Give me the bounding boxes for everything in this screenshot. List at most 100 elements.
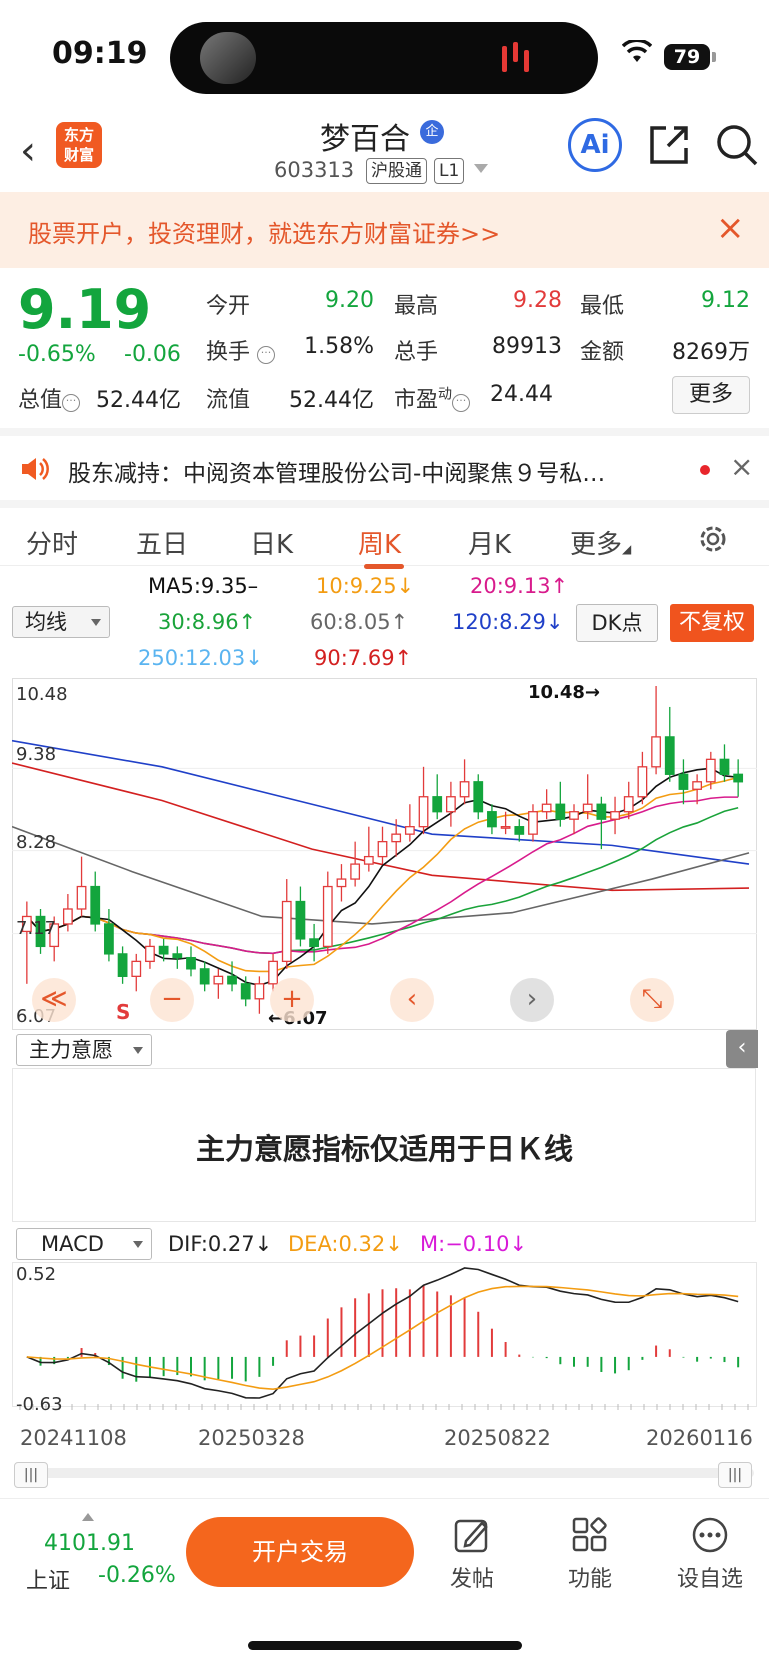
expand-arrow-icon[interactable] — [82, 1513, 94, 1521]
tab-five-day[interactable]: 五日 — [136, 524, 188, 561]
candle — [158, 945, 169, 955]
chevron-down-icon — [133, 1047, 143, 1054]
add-watchlist-label[interactable]: 设自选 — [670, 1561, 750, 1593]
back-button[interactable]: ‹ — [20, 128, 36, 174]
tab-more[interactable]: 更多◢ — [570, 524, 631, 561]
candle — [623, 796, 634, 813]
more-info-icon[interactable]: ··· — [62, 394, 81, 412]
amount-label: 金额 — [580, 340, 625, 365]
volume-label: 总手 — [394, 340, 439, 365]
home-indicator — [248, 1641, 522, 1650]
candle — [569, 811, 579, 820]
chevron-down-icon[interactable] — [474, 164, 488, 173]
candle — [186, 956, 196, 970]
zhuli-message: 主力意愿指标仅适用于日Ｋ线 — [195, 1132, 573, 1166]
close-icon[interactable]: × — [730, 450, 753, 483]
stock-name: 梦百合 — [320, 122, 410, 157]
candlestick-chart[interactable] — [12, 678, 757, 1030]
promo-banner[interactable]: 股票开户，投资理财，就选东方财富证券>> × — [0, 192, 769, 268]
caret-icon: ◢ — [622, 542, 632, 556]
dif-legend: DIF:0.27↓ — [168, 1232, 273, 1256]
app-logo[interactable]: 东方 财富 — [56, 122, 102, 168]
media-thumbnail — [200, 32, 256, 84]
scroll-handle-right[interactable]: ||| — [718, 1462, 752, 1488]
post-label[interactable]: 发帖 — [432, 1561, 512, 1593]
chevron-down-icon — [91, 619, 101, 626]
macd-frame — [12, 1262, 757, 1407]
share-icon[interactable] — [646, 122, 692, 168]
ai-button[interactable]: Ai — [568, 118, 622, 172]
zoom-out-button[interactable]: − — [150, 978, 194, 1022]
next-button[interactable]: › — [510, 978, 554, 1022]
logo-line1: 东方 — [63, 126, 94, 144]
adjust-button[interactable]: 不复权 — [670, 604, 754, 642]
macd-chart — [12, 1262, 757, 1410]
candle — [377, 840, 388, 858]
speaker-icon — [22, 458, 49, 480]
more-button[interactable]: 更多 — [672, 376, 750, 414]
tab-weekly-k[interactable]: 周K — [358, 524, 401, 561]
scroll-handle-left[interactable]: ||| — [14, 1462, 48, 1488]
candle — [104, 923, 114, 955]
index-change[interactable]: -0.26% — [98, 1563, 176, 1588]
function-grid-icon[interactable] — [570, 1515, 610, 1555]
dynamic-island — [170, 22, 598, 94]
chart-scrollbar[interactable] — [14, 1468, 754, 1478]
tab-more-label: 更多 — [570, 530, 623, 560]
tab-intraday[interactable]: 分时 — [26, 524, 78, 561]
candle — [500, 826, 511, 829]
notice-bar[interactable]: 股东减持：中阅资本管理股份公司-中阅聚焦９号私… × — [0, 428, 769, 494]
candle — [418, 796, 429, 828]
logo-line2: 财富 — [63, 146, 94, 164]
candle — [432, 796, 443, 813]
open-account-trade-button[interactable]: 开户交易 — [186, 1517, 414, 1587]
candle — [363, 855, 374, 865]
y-label-top: 10.48 — [16, 684, 68, 705]
first-page-button[interactable]: ≪ — [32, 978, 76, 1022]
index-name[interactable]: 上证 — [26, 1563, 70, 1595]
candle — [254, 983, 265, 1000]
level-tag: L1 — [434, 158, 465, 184]
max-price-marker: 10.48→ — [528, 682, 601, 703]
candle — [528, 811, 538, 835]
macd-select[interactable]: MACD — [16, 1228, 152, 1260]
fullscreen-button[interactable]: ⤡ — [630, 978, 674, 1022]
banner-text[interactable]: 股票开户，投资理财，就选东方财富证券>> — [28, 214, 500, 249]
edit-post-icon[interactable] — [452, 1515, 492, 1555]
open-value: 9.20 — [325, 288, 374, 313]
candle — [446, 796, 456, 813]
more-info-icon[interactable]: ··· — [452, 394, 471, 412]
candle — [76, 885, 87, 910]
candle — [268, 960, 278, 985]
zoom-in-button[interactable]: + — [270, 978, 314, 1022]
high-value: 9.28 — [513, 288, 562, 313]
ma60-legend: 60:8.05↑ — [310, 610, 409, 634]
more-options-icon[interactable] — [690, 1515, 730, 1555]
tab-daily-k[interactable]: 日K — [250, 524, 293, 561]
candle — [117, 953, 128, 977]
prev-button[interactable]: ‹ — [390, 978, 434, 1022]
function-label[interactable]: 功能 — [550, 1561, 630, 1593]
dk-point-button[interactable]: DK点 — [576, 604, 658, 642]
side-panel-tab[interactable]: ‹ — [726, 1030, 758, 1068]
indicator-select[interactable]: 均线 — [12, 606, 110, 638]
pe-value: 24.44 — [490, 382, 553, 407]
indicator-select-label: 均线 — [25, 610, 67, 634]
candle — [733, 773, 744, 783]
macd-select-label: MACD — [41, 1232, 104, 1256]
index-value[interactable]: 4101.91 — [44, 1531, 135, 1556]
gear-icon[interactable] — [696, 522, 730, 556]
candle — [145, 945, 155, 963]
tab-monthly-k[interactable]: 月K — [468, 524, 511, 561]
candle — [705, 758, 716, 783]
more-info-icon[interactable]: ··· — [257, 346, 276, 364]
sub-indicator-select[interactable]: 主力意愿 — [16, 1034, 152, 1066]
stock-code: 603313 — [274, 158, 355, 182]
ma120-legend: 120:8.29↓ — [452, 610, 564, 634]
notice-text[interactable]: 股东减持：中阅资本管理股份公司-中阅聚焦９号私… — [68, 454, 678, 488]
search-icon[interactable] — [714, 122, 760, 168]
close-icon[interactable]: × — [716, 208, 745, 248]
unread-dot — [700, 465, 710, 475]
change-percent: -0.65% — [18, 342, 96, 367]
candle — [651, 736, 661, 768]
